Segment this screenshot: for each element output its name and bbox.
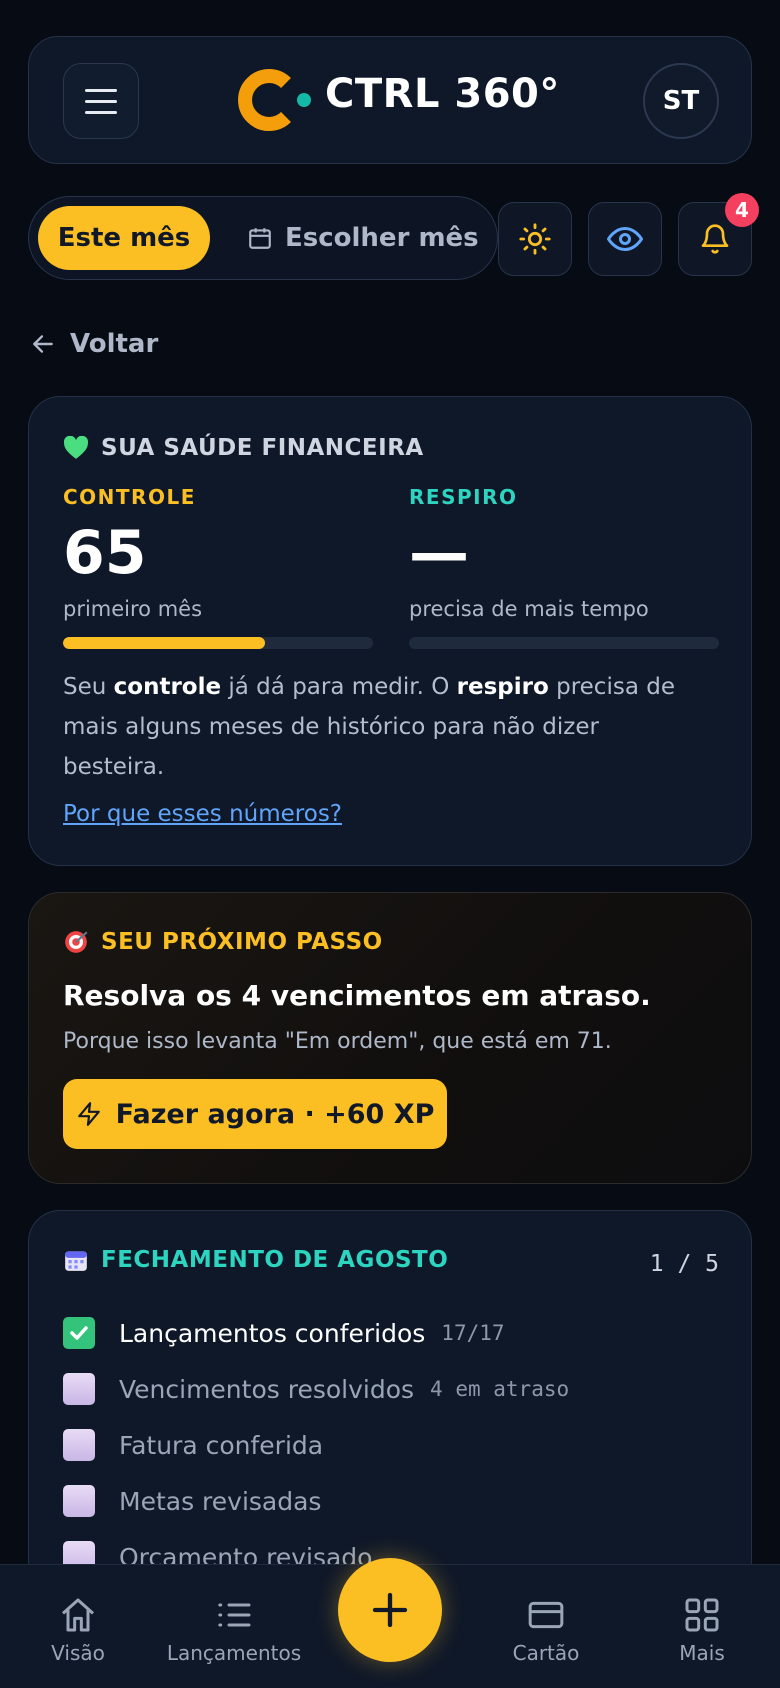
avatar[interactable]: ST bbox=[643, 63, 719, 139]
hamburger-icon-line bbox=[85, 110, 117, 114]
checklist-label: Metas revisadas bbox=[119, 1486, 322, 1516]
closing-title-row: FECHAMENTO DE AGOSTO bbox=[63, 1247, 448, 1273]
checked-checkbox-icon[interactable] bbox=[63, 1317, 95, 1349]
financial-health-card: SUA SAÚDE FINANCEIRA CONTROLE 65 primeir… bbox=[28, 396, 752, 866]
choose-month-tab[interactable]: Escolher mês bbox=[247, 206, 479, 270]
explanation-emphasis: respiro bbox=[456, 674, 549, 700]
notification-count-badge: 4 bbox=[725, 193, 759, 227]
calendar-icon bbox=[65, 1251, 87, 1271]
checklist-label: Lançamentos conferidos bbox=[119, 1318, 426, 1348]
app-header: CTRL 360° ST bbox=[28, 36, 752, 164]
target-icon bbox=[65, 931, 88, 953]
period-selector: Este mês Escolher mês bbox=[28, 196, 498, 280]
theme-toggle-button[interactable] bbox=[498, 202, 572, 276]
hamburger-icon-line bbox=[85, 88, 117, 92]
explanation-emphasis: controle bbox=[113, 674, 222, 700]
next-step-title: SEU PRÓXIMO PASSO bbox=[101, 929, 383, 955]
brand-logo-icon bbox=[238, 69, 311, 131]
unchecked-checkbox-icon[interactable] bbox=[63, 1429, 95, 1461]
add-transaction-button[interactable] bbox=[338, 1558, 442, 1662]
nav-item-cartao[interactable]: Cartão bbox=[466, 1565, 626, 1688]
back-label: Voltar bbox=[70, 329, 159, 359]
back-link[interactable]: Voltar bbox=[30, 326, 158, 362]
bell-icon bbox=[701, 224, 729, 254]
nav-item-mais[interactable]: Mais bbox=[622, 1565, 780, 1688]
choose-month-label: Escolher mês bbox=[285, 223, 479, 253]
checklist-meta: 17/17 bbox=[441, 1321, 505, 1345]
visibility-toggle-button[interactable] bbox=[588, 202, 662, 276]
checklist-item[interactable]: Lançamentos conferidos 17/17 bbox=[63, 1313, 505, 1353]
next-step-headline: Resolva os 4 vencimentos em atraso. bbox=[63, 979, 651, 1012]
card-icon bbox=[528, 1601, 564, 1629]
respiro-sub: precisa de mais tempo bbox=[409, 597, 649, 621]
nav-item-lancamentos[interactable]: Lançamentos bbox=[154, 1565, 314, 1688]
home-icon bbox=[62, 1598, 94, 1632]
health-explanation: Seu controle já dá para medir. O respiro… bbox=[63, 667, 703, 787]
closing-title: FECHAMENTO DE AGOSTO bbox=[101, 1247, 449, 1273]
nav-label: Mais bbox=[679, 1641, 725, 1665]
notifications-button[interactable]: 4 bbox=[678, 193, 759, 276]
list-icon bbox=[218, 1603, 251, 1627]
health-title: SUA SAÚDE FINANCEIRA bbox=[101, 435, 424, 461]
do-now-button[interactable]: Fazer agora · +60 XP bbox=[63, 1079, 447, 1149]
eye-icon bbox=[607, 226, 643, 252]
grid-icon bbox=[685, 1598, 719, 1632]
nav-label: Cartão bbox=[512, 1641, 580, 1665]
arrow-left-icon bbox=[33, 335, 53, 353]
respiro-metric: RESPIRO — precisa de mais tempo bbox=[409, 485, 719, 649]
explanation-text: Seu bbox=[63, 674, 114, 700]
next-step-title-row: SEU PRÓXIMO PASSO bbox=[63, 929, 383, 955]
next-step-reason: Porque isso levanta "Em ordem", que está… bbox=[63, 1029, 612, 1054]
menu-button[interactable] bbox=[63, 63, 139, 139]
sun-icon bbox=[519, 223, 551, 255]
checklist-meta: 4 em atraso bbox=[430, 1377, 570, 1401]
unchecked-checkbox-icon[interactable] bbox=[63, 1373, 95, 1405]
checklist-label: Fatura conferida bbox=[119, 1430, 324, 1460]
controle-progress-fill bbox=[63, 637, 265, 649]
controle-sub: primeiro mês bbox=[63, 597, 203, 621]
respiro-value: — bbox=[409, 518, 469, 588]
nav-label: Visão bbox=[51, 1641, 105, 1665]
hamburger-icon-line bbox=[85, 99, 117, 103]
next-step-card: SEU PRÓXIMO PASSO Resolva os 4 venciment… bbox=[28, 892, 752, 1184]
why-numbers-link[interactable]: Por que esses números? bbox=[63, 801, 342, 827]
plus-icon bbox=[372, 1592, 408, 1628]
controle-progress-bar bbox=[63, 637, 373, 649]
respiro-progress-bar bbox=[409, 637, 719, 649]
closing-progress: 1 / 5 bbox=[649, 1251, 719, 1277]
respiro-label: RESPIRO bbox=[409, 485, 518, 509]
checklist-label: Vencimentos resolvidos bbox=[119, 1374, 415, 1404]
controle-label: CONTROLE bbox=[63, 485, 196, 509]
nav-label: Lançamentos bbox=[166, 1641, 302, 1665]
brand-name: CTRL 360° bbox=[325, 71, 560, 117]
checklist-item[interactable]: Fatura conferida bbox=[63, 1425, 323, 1465]
unchecked-checkbox-icon[interactable] bbox=[63, 1485, 95, 1517]
calendar-icon bbox=[249, 228, 271, 249]
checklist-item[interactable]: Metas revisadas bbox=[63, 1481, 321, 1521]
health-title-row: SUA SAÚDE FINANCEIRA bbox=[63, 435, 424, 461]
green-heart-icon bbox=[63, 436, 89, 459]
this-month-tab[interactable]: Este mês bbox=[38, 206, 210, 270]
controle-metric: CONTROLE 65 primeiro mês bbox=[63, 485, 373, 649]
explanation-text: já dá para medir. O bbox=[221, 674, 457, 700]
controle-value: 65 bbox=[63, 518, 147, 588]
checklist-item[interactable]: Vencimentos resolvidos 4 em atraso bbox=[63, 1369, 569, 1409]
do-now-label: Fazer agora · +60 XP bbox=[115, 1098, 435, 1130]
lightning-icon bbox=[77, 1102, 100, 1126]
nav-item-visao[interactable]: Visão bbox=[0, 1565, 158, 1688]
